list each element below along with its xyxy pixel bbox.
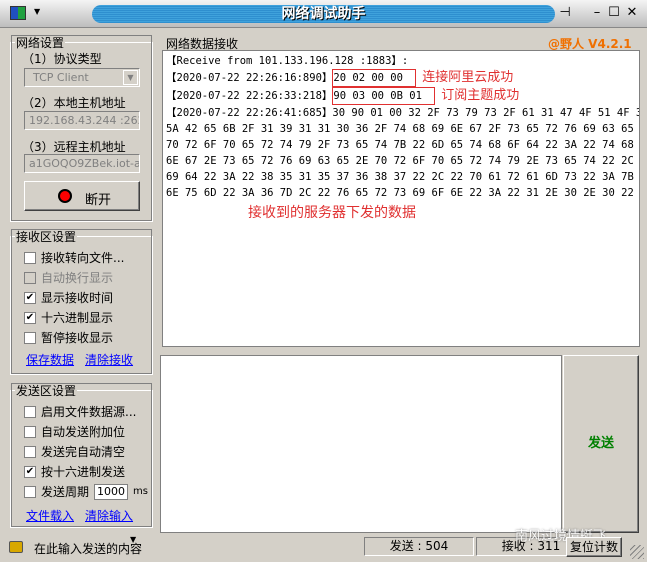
status-bar: 在此输入发送的内容 ▼ 发送 : 504 接收 : 311 南风过境情蜓飞 复位… (0, 529, 647, 562)
remote-address-label: （3）远程主机地址 (22, 140, 126, 154)
menu-dropdown-icon[interactable]: ▼ (34, 7, 40, 16)
send-option-checkbox[interactable]: 启用文件数据源... (24, 403, 136, 420)
minimize-button[interactable]: – (590, 6, 604, 20)
sent-count: 发送 : 504 (364, 537, 474, 556)
group-title: 接收区设置 (16, 230, 77, 244)
send-option-checkbox[interactable]: ✔ 按十六进制发送 (24, 463, 125, 480)
group-title: 网络设置 (16, 36, 65, 50)
send-period-input[interactable]: 1000 (94, 483, 129, 500)
pin-icon[interactable]: ⊣ (558, 6, 572, 20)
receive-header: 【Receive from 101.133.196.128 :1883】: (166, 55, 409, 67)
hex-data: 20 02 00 00 (333, 72, 403, 84)
hex-data: 30 90 01 00 32 2F 73 79 73 2F 61 31 47 4… (332, 107, 640, 119)
timestamp: 【2020-07-22 22:26:16:890】 (166, 72, 333, 84)
send-button[interactable]: 发送 (563, 355, 639, 533)
remote-address-field[interactable]: a1GOQO9ZBek.iot-as-n (24, 154, 140, 173)
checkbox[interactable] (24, 425, 36, 438)
checkbox-label: 自动发送附加位 (41, 425, 126, 439)
send-period-checkbox[interactable]: 发送周期 1000 ms (24, 483, 148, 500)
checkbox[interactable] (24, 485, 36, 498)
checkbox-label: 发送周期 (41, 485, 90, 499)
receive-option-checkbox[interactable]: 自动换行显示 (24, 269, 113, 286)
resize-grip-icon[interactable] (630, 545, 644, 559)
receive-option-checkbox[interactable]: 接收转向文件... (24, 249, 124, 266)
checkbox[interactable] (24, 271, 36, 284)
checkbox[interactable] (24, 251, 36, 264)
group-title: 发送区设置 (16, 384, 77, 398)
hex-row: 6E 67 2E 73 65 72 76 69 63 65 2E 70 72 6… (166, 155, 640, 167)
history-dropdown-icon[interactable]: ▼ (130, 535, 136, 544)
hex-row: 6E 75 6D 22 3A 36 7D 2C 22 76 65 72 73 6… (166, 187, 640, 199)
checkbox-label: 启用文件数据源... (41, 405, 137, 419)
receive-line: 【2020-07-22 22:26:16:890】20 02 00 00 连接阿… (166, 69, 636, 87)
receive-option-checkbox[interactable]: ✔ 显示接收时间 (24, 289, 113, 306)
maximize-button[interactable]: ☐ (607, 6, 621, 20)
send-label: 发送 (587, 436, 614, 451)
hex-row: 5A 42 65 6B 2F 31 39 31 31 30 36 2F 74 6… (166, 123, 640, 135)
clear-receive-link[interactable]: 清除接收 (85, 351, 133, 368)
send-input[interactable] (160, 355, 562, 533)
chevron-down-icon[interactable]: ▼ (123, 70, 138, 85)
receive-annotation: 接收到的服务器下发的数据 (248, 205, 416, 221)
disconnect-button[interactable]: 断开 (24, 181, 140, 211)
hex-row: 69 64 22 3A 22 38 35 31 35 37 36 38 37 2… (166, 171, 640, 183)
receive-line: 【2020-07-22 22:26:41:685】30 90 01 00 32 … (166, 105, 639, 121)
status-hint: 在此输入发送的内容 (34, 542, 143, 556)
highlight-box: 90 03 00 0B 01 (332, 87, 435, 105)
close-button[interactable]: ✕ (625, 6, 639, 20)
send-option-checkbox[interactable]: 自动发送附加位 (24, 423, 125, 440)
timestamp: 【2020-07-22 22:26:33:218】 (166, 90, 333, 102)
checkbox-label: 接收转向文件... (41, 251, 125, 265)
local-address-field[interactable]: 192.168.43.244 :2624 (24, 111, 140, 130)
checkbox-label: 十六进制显示 (41, 311, 114, 325)
checkbox[interactable] (24, 445, 36, 458)
annotation: 订阅主题成功 (441, 88, 520, 103)
protocol-label: （1）协议类型 (22, 52, 102, 66)
clear-input-link[interactable]: 清除输入 (85, 507, 133, 524)
highlight-box: 20 02 00 00 (332, 69, 416, 87)
annotation: 连接阿里云成功 (422, 70, 514, 85)
disconnect-label: 断开 (85, 193, 112, 208)
receive-line: 【2020-07-22 22:26:33:218】90 03 00 0B 01 … (166, 87, 636, 105)
checkbox[interactable]: ✔ (24, 311, 36, 324)
window-title: 网络调试助手 (92, 5, 555, 23)
local-address-label: （2）本地主机地址 (22, 96, 126, 110)
status-led-icon (58, 189, 72, 203)
checkbox-label: 暂停接收显示 (41, 331, 114, 345)
title-bar: ▼ 网络调试助手 ⊣ – ☐ ✕ (0, 0, 647, 28)
reset-count-button[interactable]: 复位计数 (566, 537, 622, 557)
checkbox-label: 发送完自动清空 (41, 445, 126, 459)
file-load-link[interactable]: 文件载入 (26, 507, 74, 524)
receive-option-checkbox[interactable]: ✔ 十六进制显示 (24, 309, 113, 326)
app-menu-icon[interactable] (10, 6, 26, 20)
hex-row: 70 72 6F 70 65 72 74 79 2F 73 65 74 7B 2… (166, 139, 640, 151)
checkbox-label: 显示接收时间 (41, 291, 114, 305)
receive-option-checkbox[interactable]: 暂停接收显示 (24, 329, 113, 346)
checkbox-label: 自动换行显示 (41, 271, 114, 285)
checkbox[interactable] (24, 405, 36, 418)
hex-data: 90 03 00 0B 01 (333, 90, 422, 102)
timestamp: 【2020-07-22 22:26:41:685】 (166, 107, 333, 119)
checkbox[interactable]: ✔ (24, 291, 36, 304)
period-unit: ms (133, 486, 148, 497)
protocol-value: TCP Client (33, 71, 89, 84)
receive-text-area[interactable]: 【Receive from 101.133.196.128 :1883】: 【20… (162, 50, 640, 347)
hand-pointer-icon (9, 541, 23, 553)
checkbox[interactable] (24, 331, 36, 344)
checkbox-label: 按十六进制发送 (41, 465, 126, 479)
protocol-select[interactable]: TCP Client ▼ (24, 68, 140, 87)
checkbox[interactable]: ✔ (24, 465, 36, 478)
save-data-link[interactable]: 保存数据 (26, 351, 74, 368)
send-option-checkbox[interactable]: 发送完自动清空 (24, 443, 125, 460)
